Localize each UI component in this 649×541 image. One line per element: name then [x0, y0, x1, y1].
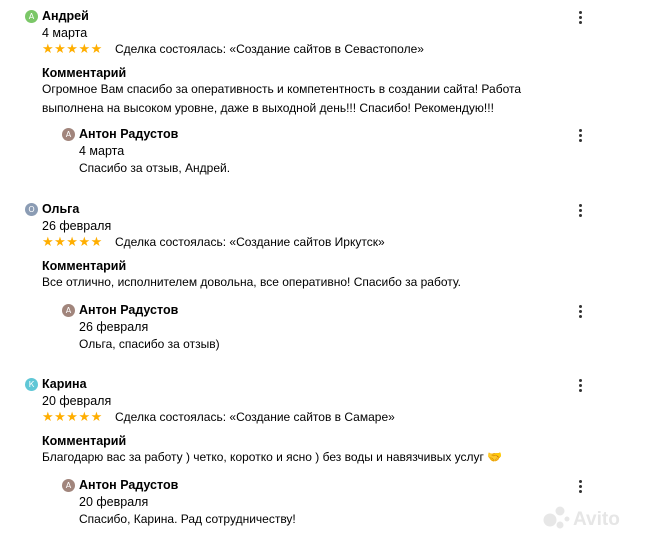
- review-author[interactable]: Карина: [42, 377, 87, 391]
- avatar[interactable]: А: [62, 304, 75, 317]
- rating-stars: ★★★★★: [42, 409, 103, 424]
- deal-info: Сделка состоялась: «Создание сайтов в Се…: [115, 42, 424, 56]
- avatar[interactable]: А: [62, 479, 75, 492]
- avito-watermark-logo: Avito: [540, 496, 640, 536]
- reply-text: Спасибо, Карина. Рад сотрудничеству!: [79, 512, 296, 526]
- reply-author[interactable]: Антон Радустов: [79, 127, 178, 141]
- review-author[interactable]: Ольга: [42, 202, 79, 216]
- reply-date: 26 февраля: [79, 320, 149, 334]
- review-date: 4 марта: [42, 26, 88, 40]
- reply-date: 20 февраля: [79, 495, 149, 509]
- avatar[interactable]: К: [25, 378, 38, 391]
- reply-text: Ольга, спасибо за отзыв): [79, 337, 220, 351]
- avatar[interactable]: А: [62, 128, 75, 141]
- reply-author[interactable]: Антон Радустов: [79, 478, 178, 492]
- more-options-icon[interactable]: [574, 304, 586, 318]
- more-options-icon[interactable]: [574, 10, 586, 24]
- more-options-icon[interactable]: [574, 203, 586, 217]
- comment-text: Огромное Вам спасибо за оперативность и …: [42, 82, 522, 115]
- review-date: 26 февраля: [42, 219, 112, 233]
- comment-text: Все отлично, исполнителем довольна, все …: [42, 275, 462, 289]
- avito-logo-icon: Avito: [543, 506, 620, 530]
- reply-date: 4 марта: [79, 144, 125, 158]
- comment-label: Комментарий: [42, 66, 127, 80]
- more-options-icon[interactable]: [574, 378, 586, 392]
- review-date: 20 февраля: [42, 394, 112, 408]
- deal-info: Сделка состоялась: «Создание сайтов Ирку…: [115, 235, 385, 249]
- comment-label: Комментарий: [42, 434, 127, 448]
- deal-info: Сделка состоялась: «Создание сайтов в Са…: [115, 410, 395, 424]
- more-options-icon[interactable]: [574, 479, 586, 493]
- comment-text: Благодарю вас за работу ) четко, коротко…: [42, 450, 503, 464]
- avatar[interactable]: О: [25, 203, 38, 216]
- rating-stars: ★★★★★: [42, 234, 103, 249]
- avatar[interactable]: А: [25, 10, 38, 23]
- reply-author[interactable]: Антон Радустов: [79, 303, 178, 317]
- review-author[interactable]: Андрей: [42, 9, 89, 23]
- rating-stars: ★★★★★: [42, 41, 103, 56]
- comment-label: Комментарий: [42, 259, 127, 273]
- reply-text: Спасибо за отзыв, Андрей.: [79, 161, 231, 175]
- svg-text:Avito: Avito: [573, 509, 620, 530]
- more-options-icon[interactable]: [574, 128, 586, 142]
